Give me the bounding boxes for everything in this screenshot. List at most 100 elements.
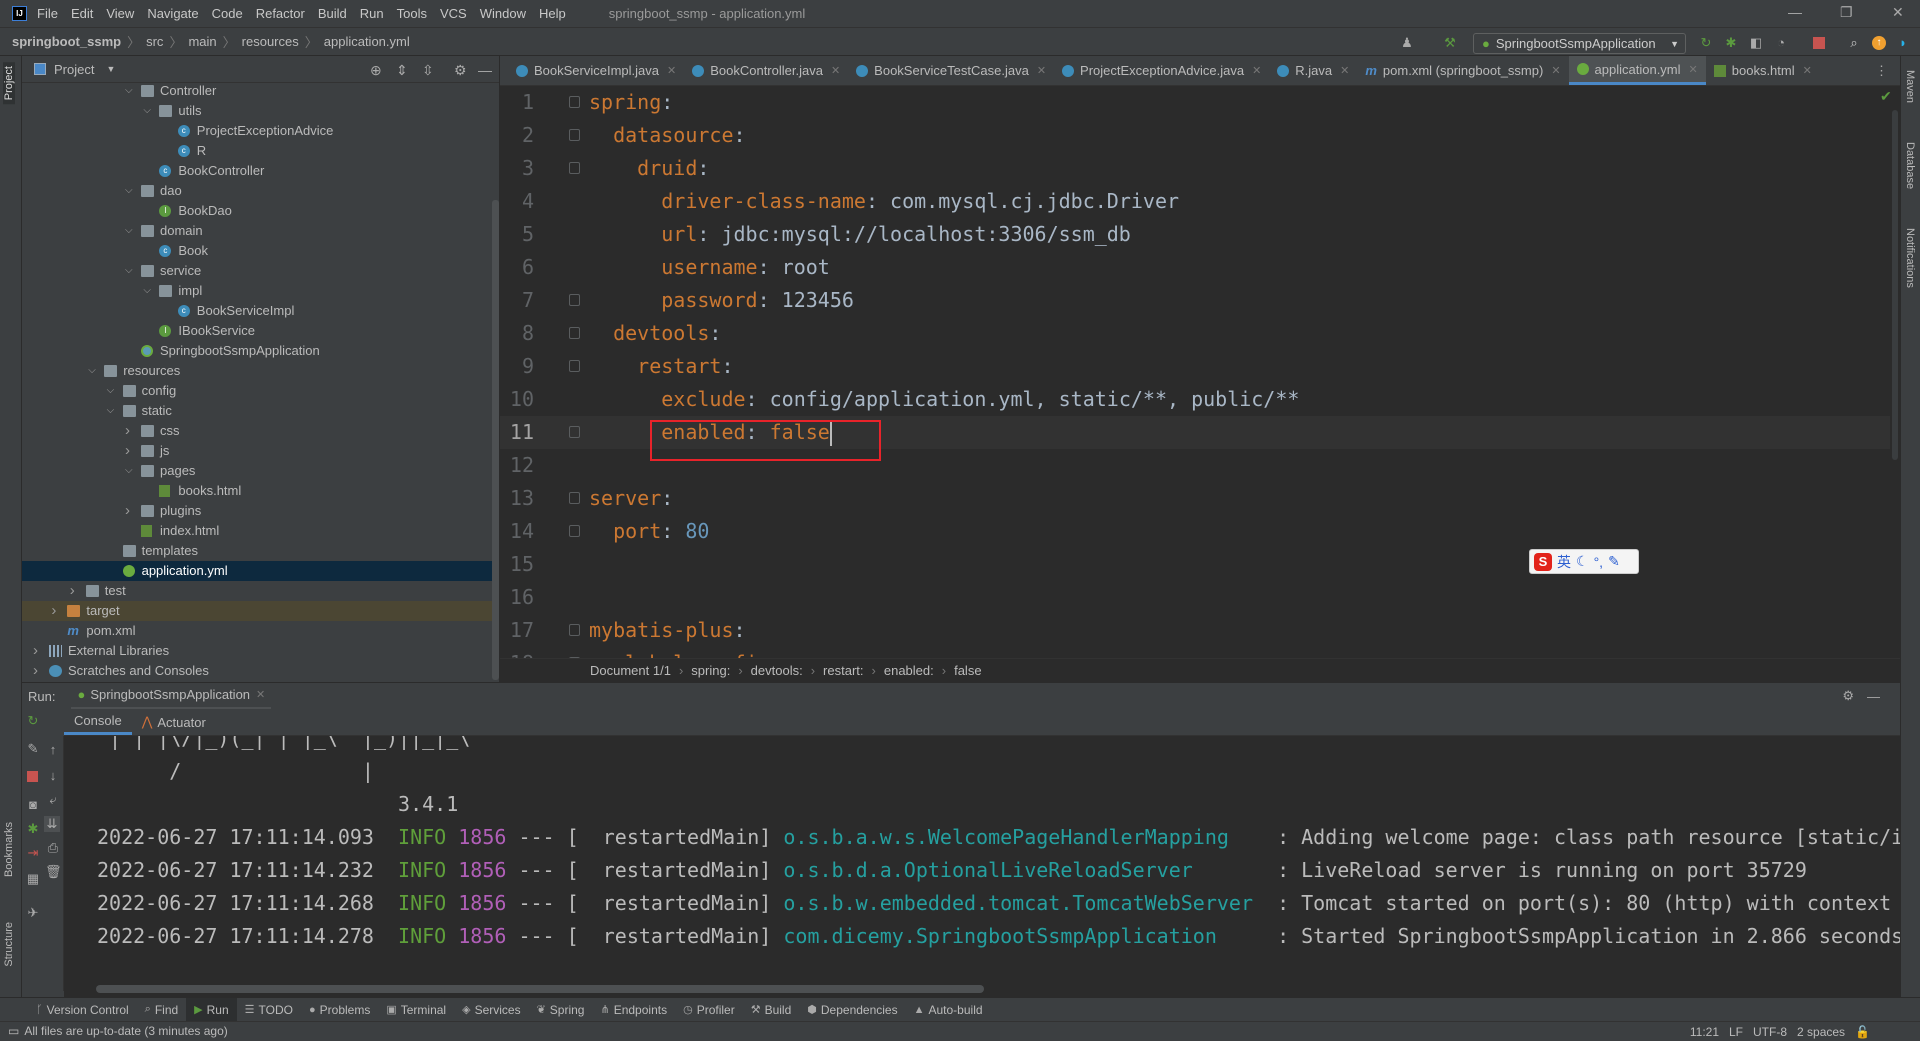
code-line[interactable]: 8 devtools: — [500, 317, 1890, 350]
console-horizontal-scrollbar[interactable] — [96, 985, 984, 993]
chevron-down-icon[interactable]: ⌵ — [125, 81, 133, 101]
editor-tab[interactable]: ProjectExceptionAdvice.java ✕ — [1054, 56, 1269, 85]
soft-wrap-icon[interactable]: ⤶ — [45, 792, 61, 808]
fold-marker-icon[interactable] — [569, 129, 580, 141]
menu-code[interactable]: Code — [212, 6, 243, 21]
editor-tab[interactable]: BookController.java ✕ — [684, 56, 848, 85]
wrench-icon[interactable]: ✎ — [25, 741, 41, 757]
tree-item[interactable]: › Scratches and Consoles — [22, 661, 498, 681]
caret-position[interactable]: 11:21 — [1690, 1025, 1719, 1039]
tree-item[interactable]: ⌵ impl — [22, 281, 498, 301]
line-separator[interactable]: LF — [1729, 1025, 1743, 1039]
scroll-to-end-icon[interactable]: ⇊ — [44, 816, 60, 832]
code-line[interactable]: 15 — [500, 548, 1890, 581]
chevron-right-icon[interactable]: › — [125, 501, 130, 521]
collapse-all-icon[interactable]: ⇳ — [422, 62, 434, 79]
editor-breadcrumb-item[interactable]: devtools: — [751, 663, 803, 678]
rerun-icon[interactable]: ↻ — [1699, 36, 1713, 50]
menu-vcs[interactable]: VCS — [440, 6, 467, 21]
more-tabs-icon[interactable]: ⋮ — [1875, 63, 1888, 79]
tree-item[interactable]: › target — [22, 601, 498, 621]
tree-item[interactable]: I IBookService — [22, 321, 498, 341]
tree-item[interactable]: c BookController — [22, 161, 498, 181]
locate-icon[interactable]: ⊕ — [370, 62, 382, 79]
editor-breadcrumb-item[interactable]: Document 1/1 — [590, 663, 671, 678]
chevron-right-icon[interactable]: › — [125, 441, 130, 461]
notifications-tool-button[interactable]: Notifications — [1904, 228, 1916, 288]
bookmarks-tool-button[interactable]: Bookmarks — [3, 822, 15, 877]
tree-item[interactable]: ⌵ resources — [22, 361, 498, 381]
chevron-down-icon[interactable]: ⌵ — [88, 361, 96, 381]
moon-icon[interactable]: ☾ — [1576, 553, 1589, 570]
tool-window-version-control[interactable]: ᚴ Version Control — [28, 998, 137, 1022]
tool-window-dependencies[interactable]: ⬢ Dependencies — [799, 998, 905, 1022]
tree-item[interactable]: cR — [22, 141, 498, 161]
fold-marker-icon[interactable] — [569, 426, 580, 438]
code-line[interactable]: 2 datasource: — [500, 119, 1890, 152]
close-tab-icon[interactable]: ✕ — [1689, 63, 1698, 76]
chevron-down-icon[interactable]: ⌵ — [143, 281, 151, 301]
layout-icon[interactable]: ▦ — [25, 871, 41, 887]
fold-marker-icon[interactable] — [569, 624, 580, 636]
file-encoding[interactable]: UTF-8 — [1753, 1025, 1787, 1039]
close-tab-icon[interactable]: ✕ — [1340, 64, 1349, 77]
editor-breadcrumb-item[interactable]: enabled: — [884, 663, 934, 678]
tab-actuator[interactable]: ⋀ Actuator — [132, 709, 216, 735]
tool-window-spring[interactable]: ❦ Spring — [529, 998, 593, 1022]
camera-icon[interactable]: ◙ — [25, 797, 41, 812]
tree-item[interactable]: I BookDao — [22, 201, 498, 221]
tool-window-problems[interactable]: ● Problems — [301, 998, 378, 1022]
menu-help[interactable]: Help — [539, 6, 566, 21]
menu-file[interactable]: File — [37, 6, 58, 21]
log-logger[interactable]: o.s.b.d.a.OptionalLiveReloadServer — [783, 854, 1277, 887]
tree-item[interactable]: c ProjectExceptionAdvice — [22, 121, 498, 141]
tree-item[interactable]: ⌵ Controller — [22, 81, 498, 101]
minimize-button[interactable]: — — [1788, 4, 1802, 20]
fold-marker-icon[interactable] — [569, 96, 580, 108]
chevron-right-icon[interactable]: › — [51, 601, 56, 621]
log-logger[interactable]: o.s.b.a.w.s.WelcomePageHandlerMapping — [783, 821, 1277, 854]
tree-item[interactable]: ⌵ config — [22, 381, 498, 401]
build-hammer-icon[interactable]: ⚒ — [1443, 36, 1457, 50]
tree-item[interactable]: › js — [22, 441, 498, 461]
ime-language-label[interactable]: 英 — [1557, 552, 1571, 572]
debug-icon[interactable]: ✱ — [1724, 36, 1738, 50]
stop-icon[interactable] — [27, 771, 38, 782]
editor-tab[interactable]: m pom.xml (springboot_ssmp) ✕ — [1357, 56, 1568, 85]
code-line[interactable]: 4 driver-class-name: com.mysql.cj.jdbc.D… — [500, 185, 1890, 218]
restore-button[interactable]: ❐ — [1840, 4, 1853, 21]
chevron-down-icon[interactable]: ⌵ — [125, 221, 133, 241]
chevron-down-icon[interactable]: ⌵ — [125, 461, 133, 481]
fold-marker-icon[interactable] — [569, 327, 580, 339]
chevron-down-icon[interactable]: ⌵ — [125, 261, 133, 281]
code-line[interactable]: 7 password: 123456 — [500, 284, 1890, 317]
tab-console[interactable]: Console — [64, 709, 132, 735]
tree-item[interactable]: › External Libraries — [22, 641, 498, 661]
code-line[interactable]: 10 exclude: config/application.yml, stat… — [500, 383, 1890, 416]
code-line[interactable]: 6 username: root — [500, 251, 1890, 284]
pin-icon[interactable]: ✈ — [25, 905, 41, 921]
trash-icon[interactable]: 🗑 — [45, 864, 62, 880]
close-tab-icon[interactable]: ✕ — [1803, 64, 1812, 77]
menu-run[interactable]: Run — [360, 6, 384, 21]
log-logger[interactable]: o.s.b.w.embedded.tomcat.TomcatWebServer — [783, 887, 1277, 920]
chevron-down-icon[interactable]: ⌵ — [143, 101, 151, 121]
editor-tab[interactable]: BookServiceTestCase.java ✕ — [848, 56, 1054, 85]
arrow-up-icon[interactable]: ↑ — [45, 742, 61, 757]
menu-refactor[interactable]: Refactor — [256, 6, 305, 21]
editor-breadcrumb-item[interactable]: false — [954, 663, 981, 678]
tool-window-auto-build[interactable]: ▲ Auto-build — [906, 998, 991, 1022]
ime-toolbar[interactable]: S 英 ☾ °, ✎ — [1529, 549, 1639, 574]
code-area[interactable]: 1 spring: 2 datasource: 3 druid: 4 driver-cl… — [500, 86, 1900, 658]
tool-window-services[interactable]: ◈ Services — [454, 998, 528, 1022]
gear-icon[interactable]: ⚙ — [1842, 688, 1854, 704]
console-output[interactable]: | | |\/|_)(_| | |_\ |_)||_|_\ / | 3.4.1 2… — [64, 736, 1900, 988]
close-tab-icon[interactable]: ✕ — [1252, 64, 1261, 77]
tool-window-find[interactable]: ⌕ Find — [137, 998, 187, 1022]
chevron-down-icon[interactable]: ⌵ — [107, 401, 115, 421]
maven-tool-button[interactable]: Maven — [1904, 70, 1916, 103]
editor-breadcrumb-item[interactable]: restart: — [823, 663, 863, 678]
fold-marker-icon[interactable] — [569, 360, 580, 372]
menu-view[interactable]: View — [106, 6, 134, 21]
tool-window-endpoints[interactable]: ⋔ Endpoints — [592, 998, 675, 1022]
